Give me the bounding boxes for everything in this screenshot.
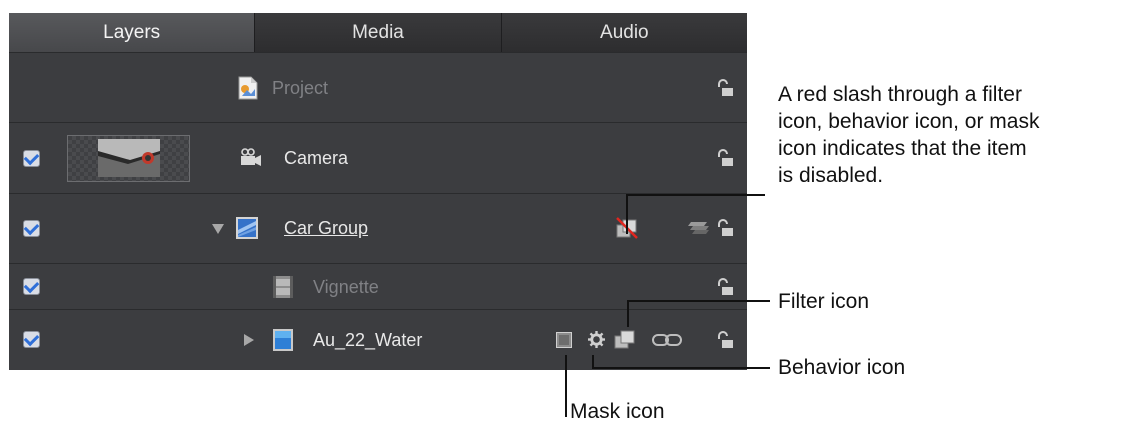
layer-name-project[interactable]: Project (272, 78, 328, 99)
car-group-enable-checkbox[interactable] (23, 220, 40, 237)
layer-name-vignette[interactable]: Vignette (313, 277, 379, 298)
layer-name-au-22-water[interactable]: Au_22_Water (313, 330, 422, 351)
tab-bar: Layers Media Audio (9, 13, 747, 52)
callout-line-disabled-horizontal (626, 194, 765, 196)
vignette-enable-checkbox[interactable] (23, 278, 40, 295)
layers-panel: Layers Media Audio Project Camera Car Gr… (9, 13, 747, 370)
mask-icon-label: Mask icon (570, 400, 665, 423)
lock-icon[interactable] (716, 79, 734, 97)
callout-line-behavior-horizontal (592, 367, 770, 369)
disabled-explanation-line-2: icon, behavior icon, or mask (778, 110, 1040, 133)
camera-thumbnail (67, 135, 190, 182)
behavior-icon-label: Behavior icon (778, 356, 906, 379)
callout-line-disabled-vertical (626, 194, 628, 234)
callout-line-filter-horizontal (627, 300, 770, 302)
disabled-explanation-line-4: is disabled. (778, 164, 884, 187)
camera-enable-checkbox[interactable] (23, 150, 40, 167)
lock-icon[interactable] (716, 331, 734, 349)
camera-icon (241, 148, 261, 166)
project-icon (238, 76, 258, 100)
layer-name-car-group[interactable]: Car Group (284, 218, 368, 239)
disabled-explanation-line-3: icon indicates that the item (778, 137, 1027, 160)
layer-row-car-group[interactable]: Car Group (9, 193, 747, 264)
filter-icon[interactable] (613, 327, 637, 351)
filter-layer-icon (273, 276, 293, 298)
tab-audio[interactable]: Audio (500, 13, 747, 52)
layer-row-project[interactable]: Project (9, 52, 747, 123)
layer-name-camera[interactable]: Camera (284, 148, 348, 169)
group-layers-icon[interactable] (688, 218, 710, 236)
callout-line-filter-vertical (627, 300, 629, 327)
callout-line-mask-vertical (565, 355, 567, 417)
thumbnail-image (98, 139, 160, 177)
disclosure-expanded-icon[interactable] (212, 224, 224, 234)
filter-icon-label: Filter icon (778, 290, 870, 313)
lock-icon[interactable] (716, 278, 734, 296)
au-22-water-enable-checkbox[interactable] (23, 331, 40, 348)
disabled-explanation: A red slash through a filter icon, behav… (778, 81, 1039, 189)
tab-media[interactable]: Media (254, 13, 501, 52)
disabled-explanation-line-1: A red slash through a filter (778, 83, 1022, 106)
mask-icon[interactable] (556, 332, 572, 348)
tab-layers[interactable]: Layers (9, 13, 255, 52)
layer-row-camera[interactable]: Camera (9, 122, 747, 194)
behavior-gear-icon[interactable] (588, 331, 605, 348)
lock-icon[interactable] (716, 149, 734, 167)
lock-icon[interactable] (716, 219, 734, 237)
layer-row-au-22-water[interactable]: Au_22_Water (9, 309, 747, 370)
link-icon[interactable] (652, 333, 682, 347)
group-icon (236, 217, 258, 239)
image-layer-icon (273, 329, 293, 351)
layer-row-vignette[interactable]: Vignette (9, 263, 747, 310)
disclosure-collapsed-icon[interactable] (244, 334, 254, 346)
